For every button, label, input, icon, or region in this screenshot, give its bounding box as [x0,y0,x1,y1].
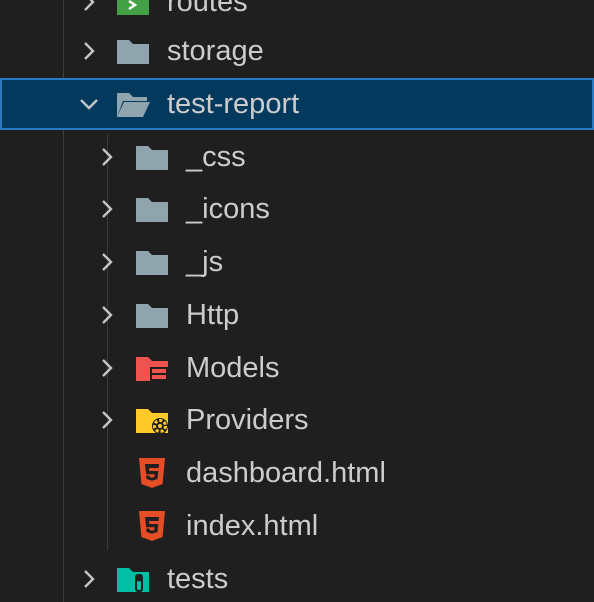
tree-item-tests[interactable]: tests [0,553,594,602]
tree-item-label: routes [167,0,248,18]
tree-item-label: dashboard.html [186,457,386,489]
models-folder-icon [134,353,170,383]
providers-folder-icon [134,405,170,435]
tree-item-label: storage [167,35,264,67]
folder-icon [134,300,170,330]
folder-icon [115,36,151,66]
chevron-right-icon [77,39,101,63]
tree-item-test-report[interactable]: test-report [0,78,594,130]
tree-item-label: _css [186,141,246,173]
folder-icon [134,194,170,224]
tree-item-label: Models [186,352,280,384]
file-explorer: routes storage test-report _css _icons _… [0,0,594,602]
html5-icon [134,457,170,488]
chevron-right-icon [95,408,119,432]
tree-item-label: test-report [167,88,300,120]
chevron-right-icon [95,356,119,380]
tree-item-routes[interactable]: routes [0,0,594,28]
chevron-right-icon [95,145,119,169]
tree-item-icons[interactable]: _icons [0,183,594,235]
folder-open-icon [115,89,151,119]
tree-item-css[interactable]: _css [0,131,594,183]
chevron-down-icon [77,92,101,116]
tree-item-models[interactable]: Models [0,342,594,394]
tree-item-http[interactable]: Http [0,289,594,341]
routes-folder-icon [115,0,151,17]
chevron-right-icon [77,0,101,14]
chevron-right-icon [95,197,119,221]
tree-item-index-html[interactable]: index.html [0,500,594,552]
tree-item-label: tests [167,563,229,595]
folder-icon [134,142,170,172]
tree-item-dashboard-html[interactable]: dashboard.html [0,447,594,499]
tree-item-label: index.html [186,510,319,542]
tree-item-label: _icons [186,193,270,225]
chevron-right-icon [95,303,119,327]
tree-item-storage[interactable]: storage [0,25,594,77]
folder-icon [134,247,170,277]
tree-item-label: Providers [186,404,309,436]
chevron-right-icon [95,250,119,274]
tree-item-label: _js [186,246,224,278]
tree-item-label: Http [186,299,240,331]
chevron-right-icon [77,567,101,591]
tree-item-providers[interactable]: Providers [0,394,594,446]
html5-icon [134,510,170,541]
tests-folder-icon [115,564,151,594]
tree-item-js[interactable]: _js [0,236,594,288]
